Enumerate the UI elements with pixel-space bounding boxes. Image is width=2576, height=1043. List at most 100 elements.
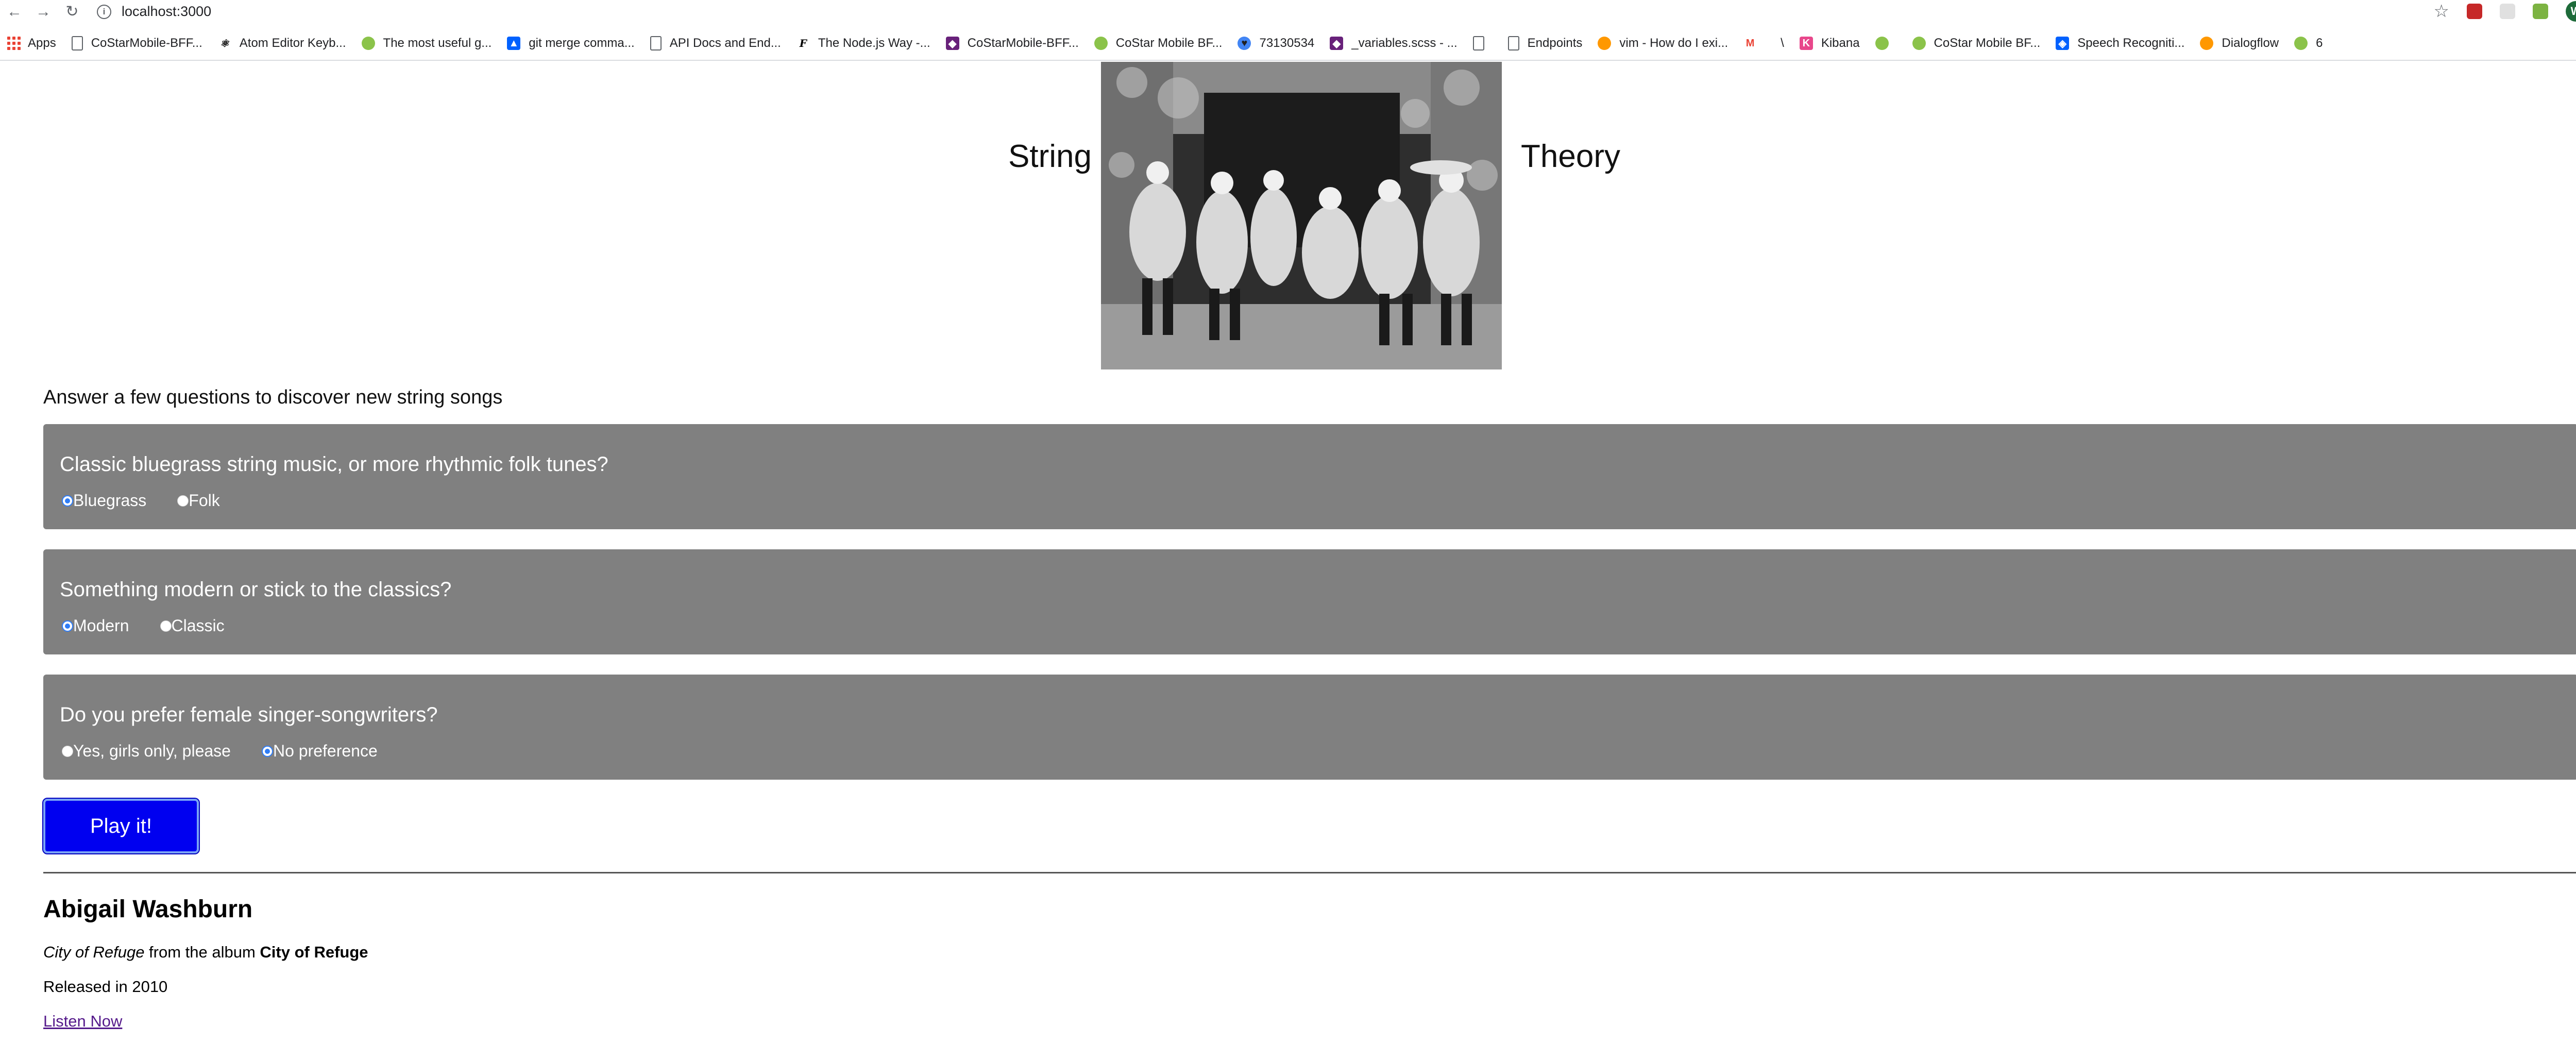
band-photo-image — [1101, 62, 1502, 369]
question-text: Do you prefer female singer-songwriters? — [60, 703, 438, 726]
bookmark-item[interactable]: The most useful g... — [361, 36, 492, 51]
bookmark-item[interactable]: Dialogflow — [2200, 36, 2279, 51]
option-label: Modern — [73, 616, 129, 635]
radio-button[interactable] — [62, 495, 73, 507]
site-title-right: Theory — [1521, 139, 1620, 174]
bookmark-label: 73130534 — [1259, 36, 1315, 50]
bookmark-item[interactable]: ▲ git merge comma... — [507, 36, 635, 51]
bookmark-item[interactable]: M — [1743, 37, 1765, 50]
bookmark-item[interactable]: ◆ _variables.scss - ... — [1330, 36, 1458, 51]
bookmark-item[interactable]: ◈ Speech Recogniti... — [2056, 36, 2184, 51]
f-logo-icon: F — [796, 37, 810, 50]
visual-studio-icon: ◆ — [1330, 37, 1344, 50]
document-icon — [1472, 36, 1484, 51]
forward-arrow-icon[interactable]: → — [33, 2, 54, 22]
extension-icon[interactable] — [2500, 4, 2515, 19]
question-text: Classic bluegrass string music, or more … — [60, 453, 608, 476]
extension-icon[interactable] — [2533, 4, 2548, 19]
question-options: Modern Classic — [62, 616, 256, 635]
release-year: Released in 2010 — [43, 978, 168, 996]
url-text[interactable]: localhost:3000 — [122, 4, 211, 20]
song-info: City of Refuge from the album City of Re… — [43, 943, 368, 962]
option-folk[interactable]: Folk — [177, 491, 220, 510]
bookmark-item[interactable]: vim - How do I exi... — [1598, 36, 1728, 51]
radio-button[interactable] — [62, 620, 73, 632]
green-blob-icon — [361, 37, 375, 50]
option-label: Folk — [189, 491, 220, 510]
green-circle-icon — [1094, 37, 1108, 50]
avatar[interactable]: W — [2566, 1, 2576, 22]
option-classic[interactable]: Classic — [160, 616, 225, 635]
visual-studio-icon: ◆ — [945, 37, 959, 50]
radio-button[interactable] — [62, 745, 73, 757]
bookmark-label: API Docs and End... — [669, 36, 781, 50]
back-arrow-icon[interactable]: ← — [4, 2, 25, 22]
bookmark-item[interactable]: ◆ CoStarMobile-BFF... — [945, 36, 1079, 51]
address-bar[interactable]: i localhost:3000 — [97, 2, 211, 22]
bookmark-label: Dialogflow — [2222, 36, 2279, 50]
radio-button[interactable] — [261, 745, 273, 757]
green-circle-icon — [2294, 37, 2308, 50]
bookmark-item[interactable]: CoStar Mobile BF... — [1912, 36, 2040, 51]
band-photo — [1101, 62, 1502, 369]
bookmark-label: 6 — [2316, 36, 2323, 50]
option-label: Bluegrass — [73, 491, 147, 510]
bookmark-item[interactable]: API Docs and End... — [650, 36, 781, 51]
play-button[interactable]: Play it! — [42, 798, 200, 854]
bookmark-item[interactable] — [1472, 36, 1493, 51]
radio-button[interactable] — [177, 495, 189, 507]
bookmark-label: _variables.scss - ... — [1351, 36, 1458, 50]
bookmark-item[interactable]: K Kibana — [1799, 36, 1860, 51]
kibana-icon: K — [1799, 37, 1813, 50]
option-no-preference[interactable]: No preference — [261, 742, 378, 761]
browser-toolbar: ← → ↻ i localhost:3000 ☆ W — [0, 0, 2576, 23]
extension-icon[interactable] — [2467, 4, 2482, 19]
bookmarks-bar: Apps CoStarMobile-BFF... ⚛ Atom Editor Keyb… — [0, 27, 2576, 61]
song-title: City of Refuge — [43, 943, 145, 961]
question-card: Something modern or stick to the classic… — [43, 549, 2576, 654]
listen-now-link[interactable]: Listen Now — [43, 1012, 122, 1031]
option-label: Classic — [171, 616, 225, 635]
radio-button[interactable] — [160, 620, 172, 632]
bookmark-item[interactable] — [1875, 37, 1897, 50]
info-icon[interactable]: i — [97, 4, 111, 19]
bookmark-label: CoStar Mobile BF... — [1115, 36, 1223, 50]
bookmark-item[interactable]: 6 — [2294, 36, 2323, 51]
reload-icon[interactable]: ↻ — [62, 2, 82, 22]
option-label: Yes, girls only, please — [73, 742, 231, 760]
bookmark-item[interactable]: Apps — [7, 36, 56, 51]
question-card: Do you prefer female singer-songwriters?… — [43, 675, 2576, 780]
bookmark-label: Atom Editor Keyb... — [239, 36, 346, 50]
option-modern[interactable]: Modern — [62, 616, 129, 635]
artist-name: Abigail Washburn — [43, 896, 253, 923]
apps-grid-icon — [7, 37, 21, 50]
bookmark-item[interactable]: CoStarMobile-BFF... — [71, 36, 202, 51]
question-options: Bluegrass Folk — [62, 491, 251, 510]
bookmark-label: git merge comma... — [529, 36, 635, 50]
document-icon — [71, 36, 83, 51]
browser-actions: ☆ W — [2434, 1, 2576, 22]
bookmark-label: The most useful g... — [383, 36, 492, 50]
dialogflow-icon — [2200, 37, 2214, 50]
atom-icon: ⚛ — [217, 37, 231, 50]
document-icon — [650, 36, 662, 51]
bookmark-label: Endpoints — [1527, 36, 1583, 50]
green-circle-icon — [1912, 37, 1926, 50]
bookmark-label: \ — [1781, 36, 1784, 50]
bookmark-item[interactable]: CoStar Mobile BF... — [1094, 36, 1223, 51]
intro-text: Answer a few questions to discover new s… — [43, 386, 503, 408]
option-bluegrass[interactable]: Bluegrass — [62, 491, 146, 510]
site-title-left: String — [1008, 139, 1092, 174]
option-girls-only[interactable]: Yes, girls only, please — [62, 742, 231, 761]
bookmark-item[interactable]: \ — [1781, 36, 1784, 51]
bookmark-label: Kibana — [1821, 36, 1860, 50]
question-options: Yes, girls only, please No preference — [62, 742, 409, 761]
bookmark-label: Speech Recogniti... — [2077, 36, 2185, 50]
bookmark-item[interactable]: F The Node.js Way -... — [796, 36, 930, 51]
bookmark-item[interactable]: ⚛ Atom Editor Keyb... — [217, 36, 346, 51]
bookmark-label: CoStarMobile-BFF... — [91, 36, 202, 50]
bookmark-item[interactable]: Endpoints — [1507, 36, 1583, 51]
bookmark-star-icon[interactable]: ☆ — [2434, 1, 2449, 22]
document-icon — [1507, 36, 1519, 51]
bookmark-item[interactable]: ♥ 73130534 — [1238, 36, 1314, 51]
